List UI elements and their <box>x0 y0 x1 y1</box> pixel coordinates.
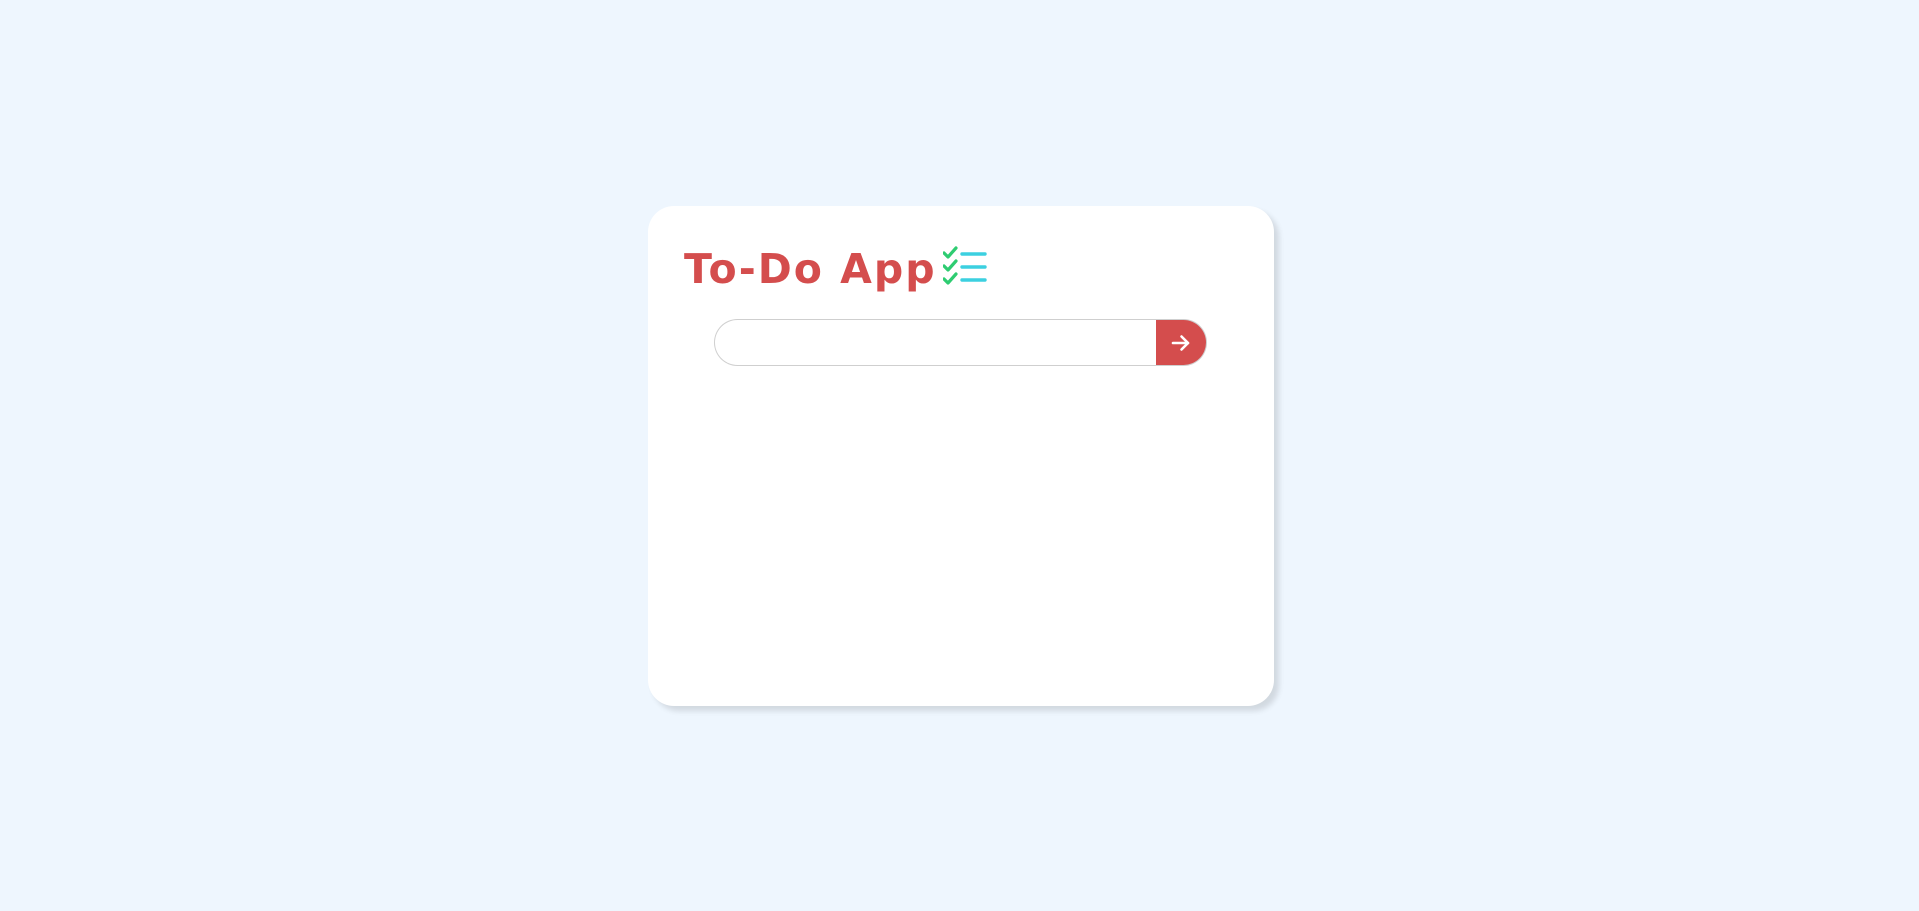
todo-input[interactable] <box>714 319 1156 366</box>
add-todo-button[interactable] <box>1156 319 1207 366</box>
add-todo-row <box>714 319 1207 366</box>
app-header: To-Do App <box>684 244 987 294</box>
checklist-icon <box>942 245 987 287</box>
arrow-right-icon <box>1171 334 1191 352</box>
todo-card: To-Do App <box>648 206 1274 706</box>
app-title: To-Do App <box>684 244 937 293</box>
